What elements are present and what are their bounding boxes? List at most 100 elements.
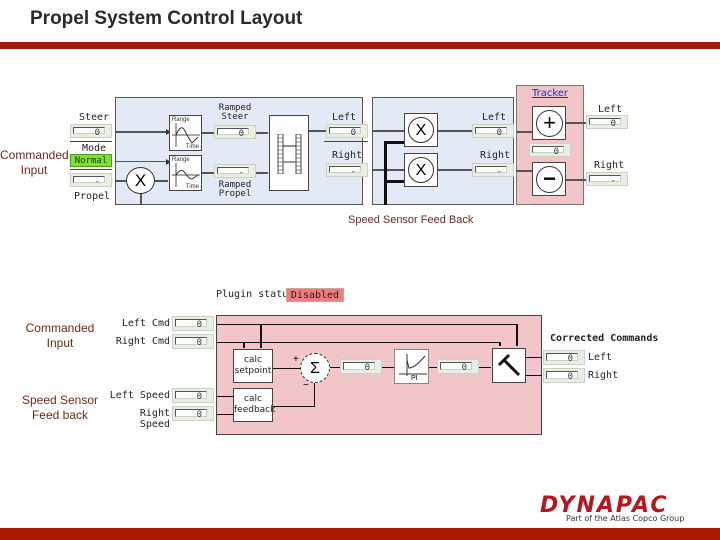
steer-field[interactable]: 0 (70, 124, 112, 138)
mixer-icon (277, 134, 302, 174)
line (429, 367, 437, 368)
steer-label: Steer (78, 112, 110, 123)
commanded-input-label: Commanded Input (25, 321, 95, 350)
divider (70, 169, 112, 170)
setpoint-line (273, 368, 300, 369)
speed-feedback-line (384, 141, 404, 144)
steer-line (116, 131, 168, 133)
ramped-steer-field[interactable]: 0 (214, 125, 256, 139)
mixer-block[interactable] (269, 115, 309, 191)
gain-multiplier-left[interactable]: X (404, 113, 438, 147)
propel-line (116, 180, 126, 182)
left-cmd-field[interactable]: 0 (172, 316, 214, 331)
commanded-input-label: Commanded Input (0, 148, 69, 177)
feedback-line (273, 406, 315, 407)
left-speed-field[interactable]: 0 (172, 388, 214, 403)
hammer-icon (497, 353, 521, 377)
calc-feedback-block[interactable]: calc feedback (233, 388, 275, 422)
line (373, 169, 405, 171)
error-line (330, 367, 340, 368)
propel-field[interactable]: - (70, 173, 112, 187)
line (256, 172, 268, 174)
logo-tagline: Part of the Atlas Copco Group (566, 514, 685, 523)
plugin-status-badge[interactable]: Disabled (286, 288, 344, 302)
ramp-block-steer[interactable]: Range Time (169, 115, 202, 151)
product-line (155, 180, 168, 182)
divider (70, 141, 112, 142)
error-field[interactable]: 0 (340, 359, 382, 374)
left-speed-line (217, 396, 233, 397)
tracker-middle-field[interactable]: 0 (529, 143, 571, 157)
footer-bar (0, 528, 720, 540)
line (373, 130, 405, 132)
tracker-add-block[interactable]: + (532, 106, 566, 140)
feedback-line (140, 193, 142, 205)
ramped-propel-field[interactable]: - (214, 164, 256, 178)
sum-icon: Σ (300, 353, 330, 383)
gain-left-field[interactable]: 0 (472, 124, 514, 138)
left-cmd-line (516, 324, 518, 346)
gain-left-label: Left (482, 112, 507, 123)
right-cmd-label: Right Cmd (115, 336, 170, 347)
divider (324, 141, 368, 142)
mixer-right-field[interactable]: - (326, 163, 368, 177)
gain-multiplier-right[interactable]: X (404, 153, 438, 187)
mixer-left-label: Left (332, 112, 357, 123)
tracker-right-label: Right (594, 160, 625, 171)
tracker-link[interactable]: Tracker (516, 88, 584, 99)
left-cmd-line (260, 324, 262, 348)
line (438, 130, 472, 132)
right-cmd-line (243, 342, 245, 348)
mode-selector[interactable]: Normal (70, 154, 112, 167)
left-cmd-label: Left Cmd (121, 318, 170, 329)
pi-curve-icon (399, 354, 427, 376)
tracker-left-label: Left (598, 104, 623, 115)
propel-label: Propel (73, 191, 111, 202)
tracker-right-field[interactable]: - (586, 172, 628, 186)
speed-feedback-line (384, 141, 387, 205)
right-speed-label: Right Speed (139, 408, 170, 430)
multiply-icon: X (126, 167, 155, 194)
corrected-right-label: Right (588, 370, 619, 381)
line (202, 132, 214, 134)
line (479, 367, 491, 368)
right-cmd-field[interactable]: 0 (172, 334, 214, 349)
speed-sensor-label: Speed Sensor Feed back (21, 393, 99, 422)
line (516, 170, 532, 172)
calc-setpoint-block[interactable]: calc setpoint (233, 349, 273, 383)
line (202, 172, 214, 174)
line (566, 122, 586, 124)
mixer-right-label: Right (332, 150, 363, 161)
line (526, 357, 542, 358)
pi-controller-block[interactable]: PI (394, 349, 429, 384)
left-cmd-line (217, 324, 517, 325)
apply-correction-block[interactable] (492, 348, 526, 383)
line (516, 131, 532, 133)
multiply-icon: X (408, 157, 434, 183)
minus-sign: − (303, 380, 309, 391)
plus-icon: + (536, 110, 563, 137)
speed-feedback-caption: Speed Sensor Feed Back (348, 214, 474, 226)
page-title: Propel System Control Layout (30, 8, 303, 29)
corrected-left-field[interactable]: 0 (543, 350, 585, 365)
plus-sign: + (293, 354, 299, 365)
multiply-icon: X (408, 117, 434, 143)
gain-right-label: Right (480, 150, 511, 161)
line (256, 132, 268, 134)
tracker-subtract-block[interactable]: − (532, 162, 566, 196)
header-divider (0, 42, 720, 49)
mode-label: Mode (81, 143, 107, 154)
right-speed-field[interactable]: 0 (172, 406, 214, 421)
plugin-status-label: Plugin status (216, 289, 295, 300)
speed-feedback-line (384, 180, 404, 183)
corrected-commands-title: Corrected Commands (550, 333, 659, 344)
tracker-left-field[interactable]: 0 (586, 115, 628, 129)
right-cmd-line (499, 342, 501, 346)
ramped-steer-label: Ramped Steer (218, 103, 252, 122)
mixer-left-field[interactable]: 0 (326, 124, 368, 138)
corrected-right-field[interactable]: 0 (543, 368, 585, 383)
gain-right-field[interactable]: - (472, 163, 514, 177)
pi-output-field[interactable]: 0 (437, 359, 479, 374)
minus-icon: − (536, 166, 563, 193)
ramp-block-propel[interactable]: Range Time (169, 155, 202, 191)
